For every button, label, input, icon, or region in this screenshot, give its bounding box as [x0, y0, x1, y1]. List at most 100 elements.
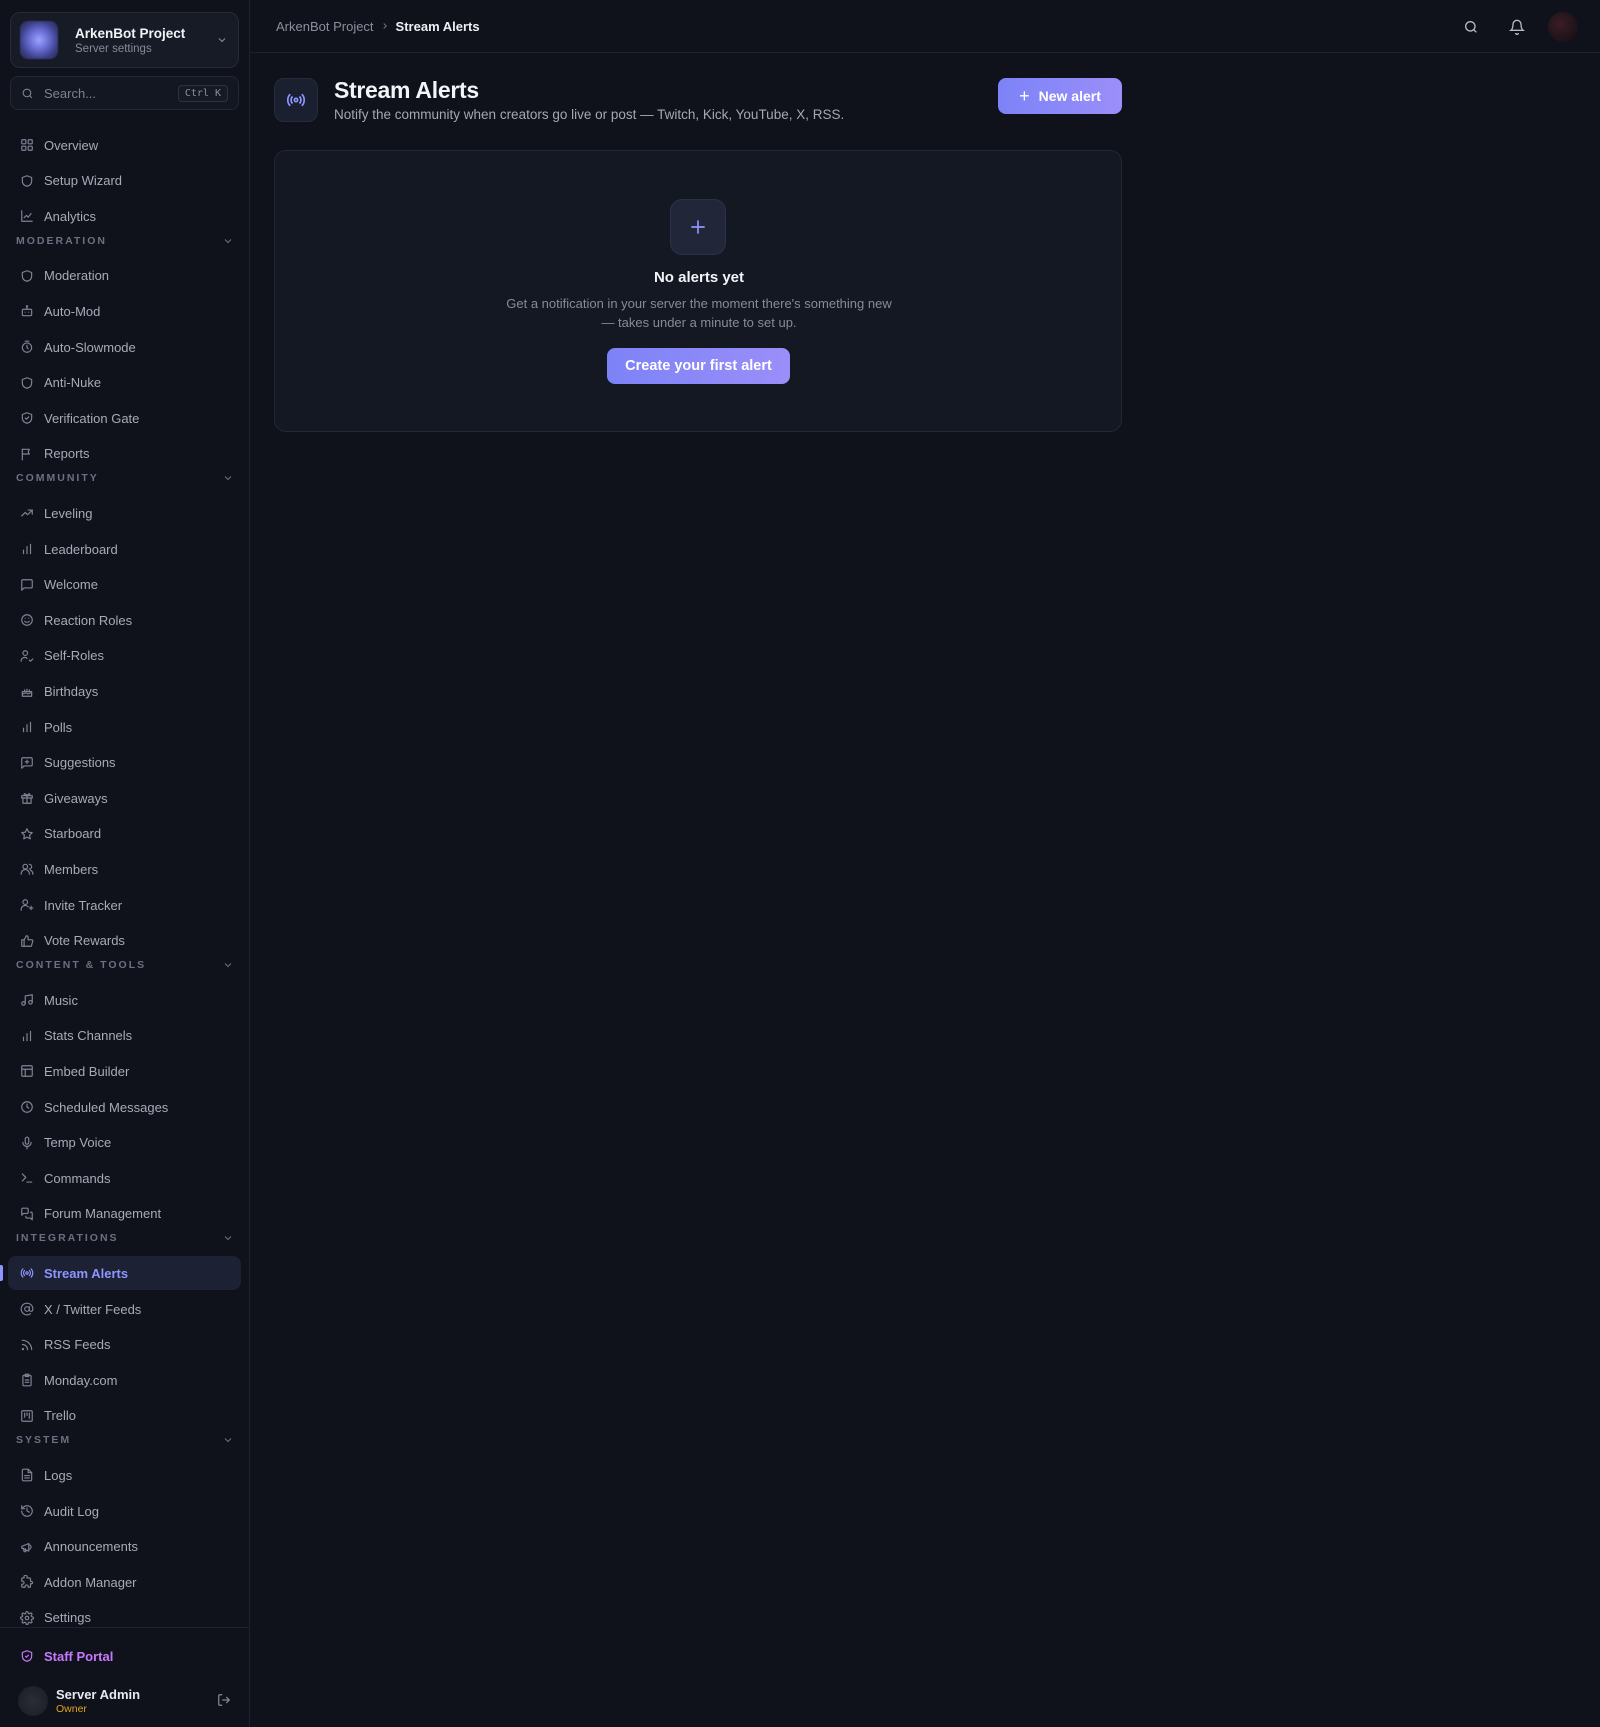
sidebar-item-moderation[interactable]: Moderation [8, 259, 241, 293]
bar-chart-icon [20, 1029, 34, 1043]
logout-icon[interactable] [217, 1693, 233, 1709]
sidebar-item-reaction-roles[interactable]: Reaction Roles [8, 603, 241, 637]
kanban-icon [20, 1409, 34, 1423]
sidebar-item-logs[interactable]: Logs [8, 1458, 241, 1492]
project-name: ArkenBot Project [75, 25, 186, 41]
section-header-moderation[interactable]: MODERATION [16, 233, 234, 249]
sidebar-item-label: Vote Rewards [44, 933, 125, 949]
sidebar-item-announcements[interactable]: Announcements [8, 1530, 241, 1564]
sidebar-item-label: Announcements [44, 1539, 138, 1555]
sidebar-item-embed-builder[interactable]: Embed Builder [8, 1054, 241, 1088]
sidebar-item-label: Starboard [44, 826, 102, 842]
user-name: Server Admin [56, 1686, 141, 1702]
staff-portal-link[interactable]: Staff Portal [8, 1641, 241, 1671]
empty-state-title: No alerts yet [653, 269, 745, 286]
history-icon [20, 1504, 34, 1518]
sidebar-item-verification-gate[interactable]: Verification Gate [8, 401, 241, 435]
sidebar-item-stream-alerts[interactable]: Stream Alerts [0, 1256, 241, 1291]
sidebar-item-audit-log[interactable]: Audit Log [8, 1494, 241, 1528]
sidebar-item-label: Audit Log [44, 1503, 99, 1519]
sidebar-item-birthdays[interactable]: Birthdays [8, 674, 241, 708]
breadcrumb-root[interactable]: ArkenBot Project [276, 19, 374, 34]
sidebar-item-forum-management[interactable]: Forum Management [8, 1197, 241, 1231]
shield-check-icon [20, 411, 34, 425]
shield-icon [20, 174, 34, 188]
sidebar-item-label: Embed Builder [44, 1063, 130, 1079]
section-title: MODERATION [16, 234, 107, 247]
page-title: Stream Alerts [334, 77, 479, 103]
sidebar-item-label: Setup Wizard [44, 173, 123, 189]
sidebar: ArkenBot Project Server settings Search.… [0, 0, 250, 1727]
sidebar-item-stats-channels[interactable]: Stats Channels [8, 1019, 241, 1053]
sidebar-item-members[interactable]: Members [8, 852, 241, 886]
sidebar-item-addon-manager[interactable]: Addon Manager [8, 1565, 241, 1599]
chevron-down-icon [216, 34, 228, 46]
timer-icon [20, 340, 34, 354]
sidebar-item-label: Self-Roles [44, 648, 104, 664]
chevron-down-icon [222, 235, 234, 247]
section-header-system[interactable]: SYSTEM [16, 1432, 234, 1448]
project-switcher[interactable]: ArkenBot Project Server settings [10, 12, 239, 68]
message-plus-icon [20, 756, 34, 770]
sidebar-item-analytics[interactable]: Analytics [8, 199, 241, 233]
topbar: ArkenBot Project Stream Alerts [250, 0, 1600, 53]
plus-icon: + [1019, 86, 1030, 106]
sidebar-item-leaderboard[interactable]: Leaderboard [8, 532, 241, 566]
empty-state-description: Get a notification in your server the mo… [506, 296, 892, 330]
sidebar-item-music[interactable]: Music [8, 983, 241, 1017]
sidebar-item-reports[interactable]: Reports [8, 437, 241, 471]
bar-chart-icon [20, 720, 34, 734]
sidebar-item-welcome[interactable]: Welcome [8, 568, 241, 602]
sidebar-item-trello[interactable]: Trello [8, 1399, 241, 1433]
project-subtitle: Server settings [75, 42, 152, 55]
megaphone-icon [20, 1540, 34, 1554]
section-header-content-tools[interactable]: CONTENT & TOOLS [16, 957, 234, 973]
shield-icon [20, 1649, 34, 1663]
sidebar-item-commands[interactable]: Commands [8, 1161, 241, 1195]
sidebar-item-polls[interactable]: Polls [8, 710, 241, 744]
smile-icon [20, 613, 34, 627]
chevron-down-icon [222, 472, 234, 484]
sidebar-item-rss-feeds[interactable]: RSS Feeds [8, 1328, 241, 1362]
user-avatar-button[interactable] [1548, 12, 1578, 42]
puzzle-icon [20, 1575, 34, 1589]
radio-icon [20, 1266, 34, 1280]
sidebar-item-scheduled-messages[interactable]: Scheduled Messages [8, 1090, 241, 1124]
sidebar-item-label: Commands [44, 1170, 111, 1186]
sidebar-item-giveaways[interactable]: Giveaways [8, 781, 241, 815]
sidebar-search[interactable]: Search... Ctrl K [10, 76, 239, 110]
sidebar-item-auto-slowmode[interactable]: Auto-Slowmode [8, 330, 241, 364]
sidebar-item-label: Trello [44, 1408, 77, 1424]
section-title: COMMUNITY [16, 472, 99, 485]
sidebar-item-overview[interactable]: Overview [8, 128, 241, 162]
sidebar-item-self-roles[interactable]: Self-Roles [8, 639, 241, 673]
breadcrumb: ArkenBot Project Stream Alerts [276, 19, 480, 34]
messages-icon [20, 1207, 34, 1221]
user-check-icon [20, 649, 34, 663]
sidebar-item-label: Forum Management [44, 1206, 162, 1222]
search-input[interactable]: Search... [44, 86, 178, 101]
sidebar-item-leveling[interactable]: Leveling [8, 496, 241, 530]
sidebar-item-suggestions[interactable]: Suggestions [8, 746, 241, 780]
sidebar-item-invite-tracker[interactable]: Invite Tracker [8, 888, 241, 922]
create-first-alert-button[interactable]: Create your first alert [607, 348, 790, 384]
sidebar-item-setup-wizard[interactable]: Setup Wizard [8, 164, 241, 198]
sidebar-item-label: Anti-Nuke [44, 375, 102, 391]
sidebar-item-monday-com[interactable]: Monday.com [8, 1363, 241, 1397]
sidebar-item-label: Music [44, 992, 78, 1008]
file-text-icon [20, 1468, 34, 1482]
sidebar-item-x-twitter-feeds[interactable]: X / Twitter Feeds [8, 1292, 241, 1326]
sidebar-item-auto-mod[interactable]: Auto-Mod [8, 294, 241, 328]
bell-icon[interactable] [1502, 12, 1532, 42]
sidebar-item-anti-nuke[interactable]: Anti-Nuke [8, 366, 241, 400]
breadcrumb-current: Stream Alerts [395, 18, 480, 34]
sidebar-item-vote-rewards[interactable]: Vote Rewards [8, 924, 241, 958]
new-alert-button[interactable]: + New alert [998, 78, 1122, 114]
search-icon[interactable] [1456, 12, 1486, 42]
sidebar-item-temp-voice[interactable]: Temp Voice [8, 1126, 241, 1160]
sidebar-item-starboard[interactable]: Starboard [8, 817, 241, 851]
section-header-integrations[interactable]: INTEGRATIONS [16, 1230, 234, 1246]
section-header-community[interactable]: COMMUNITY [16, 470, 234, 486]
layout-icon [20, 1064, 34, 1078]
section-title: INTEGRATIONS [16, 1232, 119, 1245]
